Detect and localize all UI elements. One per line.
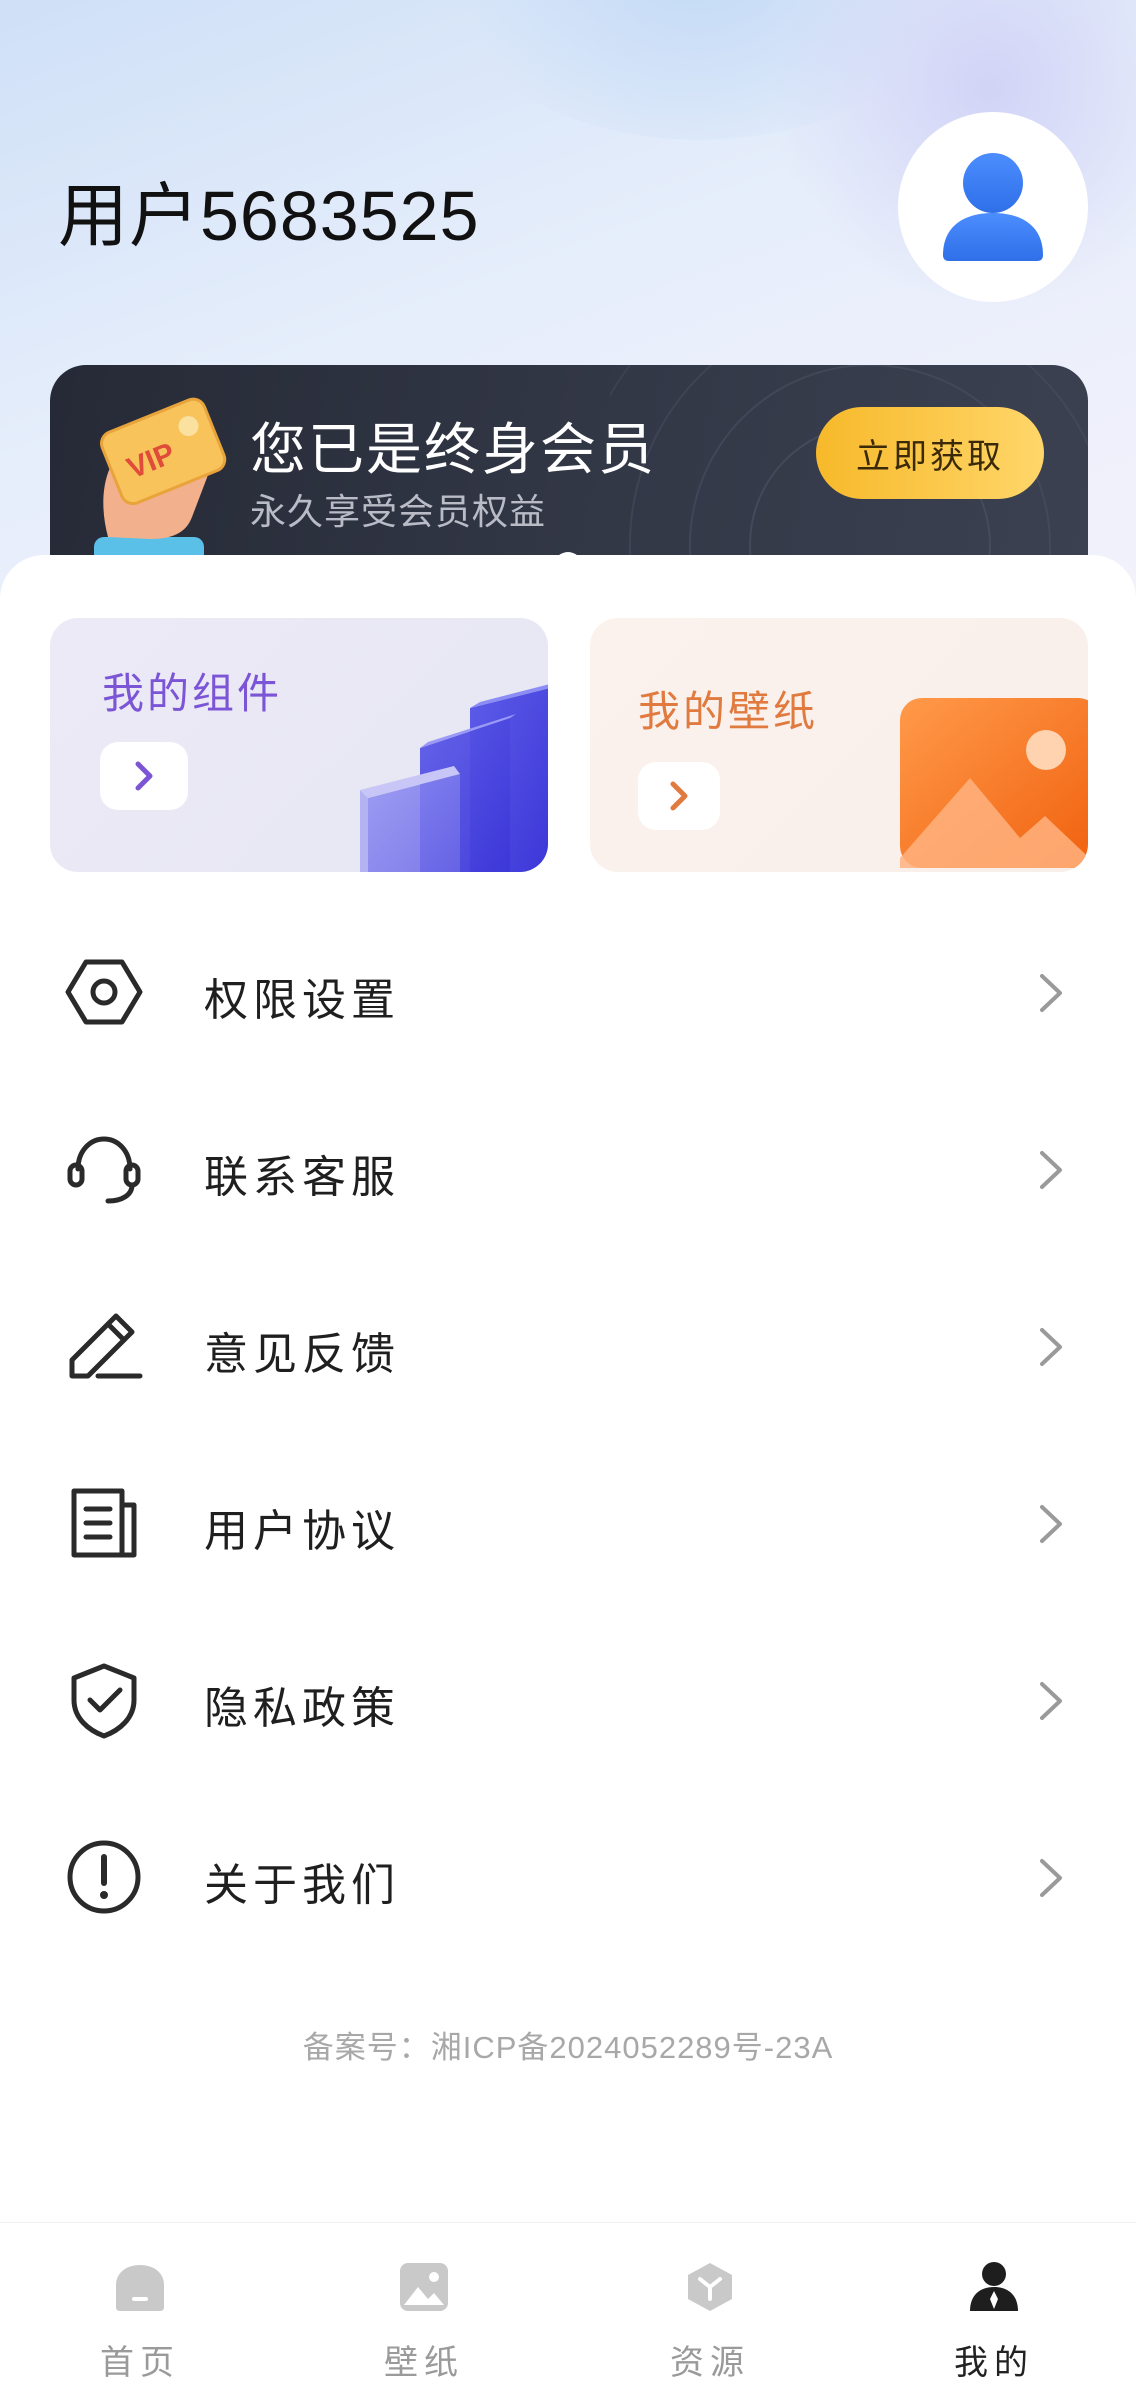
tab-label: 首页 <box>100 2344 180 2382</box>
tab-label: 资源 <box>670 2344 750 2382</box>
menu-item-customer-service[interactable]: 联系客服 <box>0 1089 1136 1249</box>
vip-card[interactable]: VIP 您已是终身会员 永久享受会员权益 立即获取 <box>50 365 1088 575</box>
menu-item-feedback[interactable]: 意见反馈 <box>0 1266 1136 1426</box>
hexagon-settings-icon <box>65 959 143 1025</box>
headset-icon <box>67 1136 141 1204</box>
chevron-right-icon <box>1040 1859 1062 1897</box>
shield-check-icon <box>71 1663 137 1739</box>
my-wallpapers-title: 我的壁纸 <box>638 688 819 735</box>
my-widgets-open-button[interactable] <box>100 742 188 810</box>
stacked-cards-illustration <box>360 684 548 872</box>
tab-resources[interactable]: 资源 <box>620 2223 800 2400</box>
my-widgets-tile[interactable]: 我的组件 <box>50 618 548 872</box>
chevron-right-icon <box>1040 1682 1062 1720</box>
menu-item-label: 权限设置 <box>204 976 400 1025</box>
icp-record[interactable]: 备案号：湘ICP备2024052289号-23A <box>0 2022 1136 2067</box>
menu-item-label: 用户协议 <box>204 1507 400 1556</box>
chevron-right-icon <box>1040 1328 1062 1366</box>
menu-item-label: 意见反馈 <box>204 1330 400 1379</box>
chevron-right-icon <box>1040 1505 1062 1543</box>
document-icon <box>71 1488 137 1558</box>
username: 用户5683525 <box>58 177 480 255</box>
vip-card-hand-icon: VIP <box>94 397 227 575</box>
tab-wallpaper[interactable]: 壁纸 <box>334 2223 514 2400</box>
menu-item-label: 联系客服 <box>204 1153 400 1202</box>
my-wallpapers-tile[interactable]: 我的壁纸 <box>590 618 1088 872</box>
user-icon <box>970 2262 1018 2311</box>
bottom-tab-bar: 首页 壁纸 资源 我的 <box>0 2222 1136 2400</box>
get-now-button[interactable]: 立即获取 <box>816 407 1044 499</box>
sheet-notch <box>528 552 608 574</box>
avatar[interactable] <box>898 112 1088 302</box>
menu-item-label: 隐私政策 <box>204 1684 400 1733</box>
user-avatar-icon <box>943 153 1043 261</box>
menu-item-about-us[interactable]: 关于我们 <box>0 1797 1136 1957</box>
chevron-right-icon <box>1040 1151 1062 1189</box>
tab-home[interactable]: 首页 <box>50 2223 230 2400</box>
tab-label: 壁纸 <box>384 2344 464 2382</box>
my-wallpapers-open-button[interactable] <box>638 762 720 830</box>
info-exclamation-icon <box>67 1840 141 1914</box>
vip-title: 您已是终身会员 <box>250 418 656 481</box>
picture-illustration <box>900 698 1088 868</box>
pencil-icon <box>69 1313 143 1379</box>
my-widgets-title: 我的组件 <box>102 670 283 717</box>
chevron-right-icon <box>135 761 153 791</box>
tab-mine[interactable]: 我的 <box>904 2223 1084 2400</box>
home-icon <box>116 2265 164 2311</box>
menu-item-privacy-policy[interactable]: 隐私政策 <box>0 1620 1136 1780</box>
tab-label: 我的 <box>954 2344 1034 2382</box>
vip-subtitle: 永久享受会员权益 <box>250 491 547 532</box>
image-icon <box>400 2263 448 2311</box>
chevron-right-icon <box>1040 974 1062 1012</box>
menu-item-permissions[interactable]: 权限设置 <box>0 912 1136 1072</box>
menu-item-label: 关于我们 <box>204 1861 400 1910</box>
chevron-right-icon <box>670 781 688 811</box>
menu-item-user-agreement[interactable]: 用户协议 <box>0 1443 1136 1603</box>
cube-icon <box>688 2263 732 2311</box>
